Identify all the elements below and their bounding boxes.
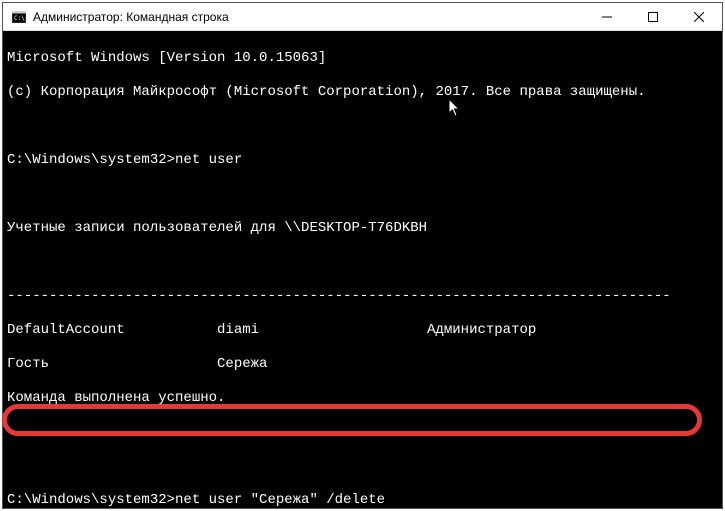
terminal-prompt: C:\Windows\system32>net user "Сережа" /d… — [7, 492, 718, 508]
terminal-line — [7, 458, 718, 475]
terminal-line — [7, 118, 718, 135]
minimize-button[interactable] — [584, 3, 630, 30]
terminal-line — [7, 424, 718, 441]
terminal-line — [7, 186, 718, 203]
titlebar[interactable]: C:\ Администратор: Командная строка — [3, 3, 722, 31]
terminal-divider: ----------------------------------------… — [7, 288, 718, 305]
cmd-icon: C:\ — [11, 9, 27, 25]
terminal-line: Учетные записи пользователей для \\DESKT… — [7, 220, 718, 237]
mouse-cursor-icon — [398, 81, 462, 141]
terminal-line: Гость Сережа — [7, 356, 718, 373]
window-title: Администратор: Командная строка — [33, 10, 584, 24]
svg-text:C:\: C:\ — [14, 15, 25, 22]
terminal-line: (c) Корпорация Майкрософт (Microsoft Cor… — [7, 84, 718, 101]
close-button[interactable] — [676, 3, 722, 30]
terminal-line — [7, 254, 718, 271]
terminal-output[interactable]: Microsoft Windows [Version 10.0.15063] (… — [3, 31, 722, 508]
command-prompt-window: C:\ Администратор: Командная строка Micr… — [2, 2, 723, 509]
maximize-button[interactable] — [630, 3, 676, 30]
terminal-line: Команда выполнена успешно. — [7, 390, 718, 407]
window-controls — [584, 3, 722, 30]
terminal-prompt: C:\Windows\system32>net user — [7, 152, 718, 169]
terminal-line: Microsoft Windows [Version 10.0.15063] — [7, 50, 718, 67]
terminal-line: DefaultAccount diami Администратор — [7, 322, 718, 339]
